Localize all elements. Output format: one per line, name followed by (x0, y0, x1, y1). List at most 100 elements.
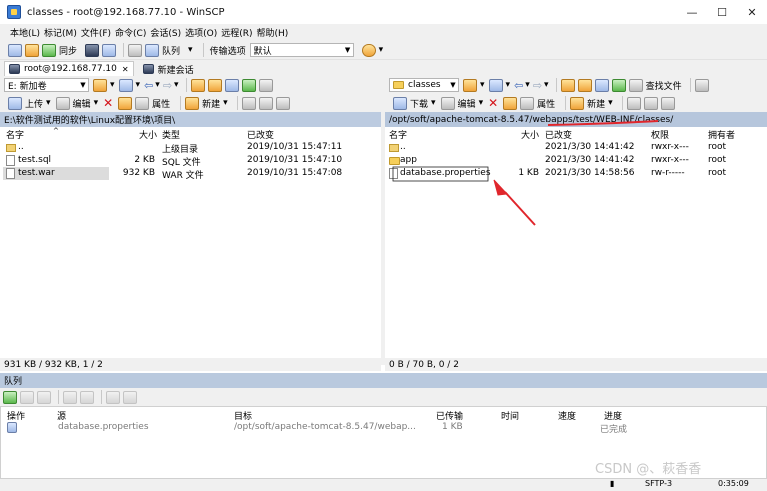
edit-button[interactable]: 编辑 (458, 97, 476, 110)
menu-session[interactable]: 会话(S) (150, 26, 181, 39)
forward-arrow-icon[interactable]: ⇨ (533, 79, 542, 92)
properties-icon[interactable] (520, 96, 535, 110)
menu-help[interactable]: 帮助(H) (257, 26, 289, 39)
col-size[interactable]: 大小 (139, 128, 157, 141)
transfer-settings-icon[interactable] (361, 43, 376, 57)
parent-dir-icon[interactable] (560, 78, 575, 92)
deselect-icon[interactable] (643, 96, 658, 110)
synchronize-icon[interactable] (42, 43, 56, 57)
rename-icon[interactable] (118, 96, 133, 110)
find-files-icon[interactable] (628, 78, 643, 92)
filter-select-icon[interactable] (275, 96, 290, 110)
chevron-down-icon[interactable]: ▾ (223, 98, 228, 108)
refresh-icon[interactable] (611, 78, 626, 92)
move-up-icon[interactable] (63, 390, 77, 404)
home-icon[interactable] (224, 78, 239, 92)
root-dir-icon[interactable] (207, 78, 222, 92)
file-row[interactable]: database.properties 1 KB 2021/3/30 14:58:5… (385, 167, 767, 180)
col-permissions[interactable]: 权限 (651, 128, 669, 141)
col-owner[interactable]: 拥有者 (708, 128, 735, 141)
transfer-preset-select[interactable]: 默认 ▼ (249, 43, 354, 57)
new-folder-icon[interactable] (570, 96, 585, 110)
properties-button[interactable]: 属性 (152, 97, 170, 110)
console-icon[interactable] (85, 43, 100, 57)
new-button[interactable]: 新建 (587, 97, 605, 110)
col-changed[interactable]: 已改变 (247, 128, 274, 141)
edit-icon[interactable] (440, 96, 455, 110)
find-files-button[interactable]: 查找文件 (646, 79, 682, 92)
queue-dropdown-icon[interactable]: ▾ (188, 45, 193, 55)
queue-button[interactable]: 队列 (162, 44, 180, 57)
download-icon[interactable] (393, 96, 407, 110)
chevron-down-icon[interactable]: ▾ (136, 80, 141, 90)
tab-session[interactable]: root@192.168.77.10 ✕ (4, 61, 134, 76)
filter-icon[interactable] (118, 78, 133, 92)
col-name[interactable]: 名字 (6, 128, 24, 141)
upload-icon[interactable] (8, 96, 22, 110)
sync-browse-icon[interactable] (25, 43, 39, 57)
compare-dirs-icon[interactable] (8, 43, 22, 57)
properties-button[interactable]: 属性 (537, 97, 555, 110)
forward-arrow-icon[interactable]: ⇨ (163, 79, 172, 92)
menu-remote[interactable]: 远程(R) (221, 26, 252, 39)
rename-icon[interactable] (503, 96, 518, 110)
close-icon[interactable]: ✕ (122, 65, 129, 74)
upload-button[interactable]: 上传 (25, 97, 43, 110)
delete-icon[interactable]: ✕ (486, 96, 500, 110)
bookmark-icon[interactable] (694, 78, 709, 92)
menu-local[interactable]: 本地(L) (10, 26, 40, 39)
select-all-icon[interactable] (241, 96, 256, 110)
remote-dir-select[interactable]: classes ▼ (389, 78, 459, 92)
edit-button[interactable]: 编辑 (73, 97, 91, 110)
settings-dropdown-icon[interactable]: ▾ (379, 45, 384, 55)
queue-row[interactable]: database.properties /opt/soft/apache-tom… (1, 421, 766, 435)
maximize-button[interactable]: ☐ (707, 0, 737, 24)
tab-new-session[interactable]: 新建会话 (137, 61, 199, 76)
chevron-down-icon[interactable]: ▾ (174, 80, 179, 90)
download-button[interactable]: 下载 (410, 97, 428, 110)
back-arrow-icon[interactable]: ⇦ (144, 79, 153, 92)
back-arrow-icon[interactable]: ⇦ (514, 79, 523, 92)
root-dir-icon[interactable] (577, 78, 592, 92)
queue-go-icon[interactable] (3, 390, 17, 404)
chevron-down-icon[interactable]: ▾ (110, 80, 115, 90)
chevron-down-icon[interactable]: ▾ (506, 80, 511, 90)
file-row[interactable]: test.sql 2 KB SQL 文件 2019/10/31 15:47:10 (0, 154, 381, 168)
chevron-down-icon[interactable]: ▾ (608, 98, 613, 108)
chevron-down-icon[interactable]: ▾ (479, 98, 484, 108)
filter-icon[interactable] (488, 78, 503, 92)
col-size[interactable]: 大小 (521, 128, 539, 141)
file-row[interactable]: test.war 932 KB WAR 文件 2019/10/31 15:47:08 (0, 167, 381, 181)
select-all-icon[interactable] (626, 96, 641, 110)
refresh-icon[interactable] (241, 78, 256, 92)
open-folder-icon[interactable] (93, 78, 107, 92)
remote-path-bar[interactable]: /opt/soft/apache-tomcat-8.5.47/webapps/t… (385, 112, 767, 127)
delete-icon[interactable] (37, 390, 51, 404)
chevron-down-icon[interactable]: ▾ (46, 98, 51, 108)
properties-icon[interactable] (135, 96, 150, 110)
putty-icon[interactable] (102, 43, 117, 57)
open-folder-icon[interactable] (463, 78, 477, 92)
menu-file[interactable]: 文件(F) (81, 26, 111, 39)
deselect-icon[interactable] (258, 96, 273, 110)
chevron-down-icon[interactable]: ▾ (525, 80, 530, 90)
move-down-icon[interactable] (80, 390, 94, 404)
col-name[interactable]: 名字 (389, 128, 407, 141)
menu-commands[interactable]: 命令(C) (115, 26, 146, 39)
queue-settings-icon[interactable] (106, 390, 120, 404)
chevron-down-icon[interactable]: ▾ (155, 80, 160, 90)
delete-icon[interactable]: ✕ (101, 96, 115, 110)
close-button[interactable]: ✕ (737, 0, 767, 24)
edit-icon[interactable] (55, 96, 70, 110)
play-icon[interactable] (20, 390, 34, 404)
preferences-gear-icon[interactable] (128, 43, 143, 57)
file-row[interactable]: .. 2021/3/30 14:41:42 rwxr-x--- root (385, 141, 767, 154)
new-folder-icon[interactable] (185, 96, 200, 110)
file-row[interactable]: app 2021/3/30 14:41:42 rwxr-x--- root (385, 154, 767, 167)
file-row[interactable]: .. 上级目录 2019/10/31 15:47:11 (0, 141, 381, 155)
local-path-bar[interactable]: E:\软件测试用的软件\Linux配置环境\项目\ (0, 112, 381, 127)
menu-mark[interactable]: 标记(M) (44, 26, 77, 39)
chevron-down-icon[interactable]: ▾ (431, 98, 436, 108)
home-icon[interactable] (594, 78, 609, 92)
chevron-down-icon[interactable]: ▾ (544, 80, 549, 90)
